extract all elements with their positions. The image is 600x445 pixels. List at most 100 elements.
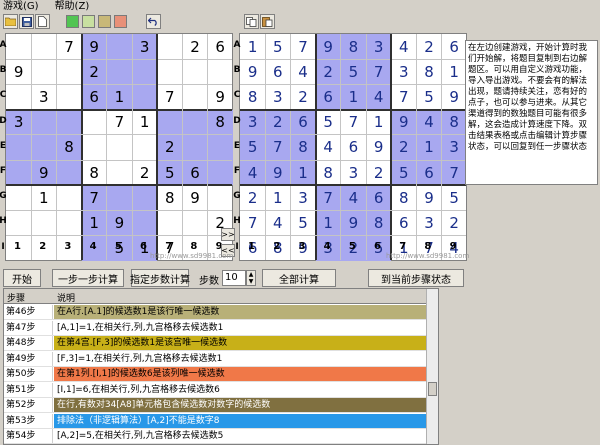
solution-cell-B3[interactable]: 4 bbox=[290, 59, 315, 84]
solution-cell-H9[interactable]: 2 bbox=[442, 210, 467, 235]
puzzle-cell-B5[interactable] bbox=[106, 59, 132, 85]
solution-cell-E8[interactable]: 1 bbox=[416, 134, 442, 160]
puzzle-cell-C6[interactable] bbox=[132, 84, 158, 110]
solution-cell-E7[interactable]: 2 bbox=[391, 134, 417, 160]
open-folder-icon[interactable] bbox=[3, 14, 18, 29]
puzzle-cell-A5[interactable] bbox=[106, 34, 132, 60]
step-by-step-button[interactable]: 一步一步计算 bbox=[52, 269, 124, 287]
col-desc-header[interactable]: 说明 bbox=[57, 291, 75, 304]
solution-cell-F1[interactable]: 4 bbox=[240, 160, 266, 186]
puzzle-cell-E4[interactable] bbox=[82, 135, 107, 160]
solution-cell-C3[interactable]: 2 bbox=[290, 84, 315, 109]
solution-cell-C5[interactable]: 1 bbox=[340, 84, 366, 110]
puzzle-cell-E9[interactable] bbox=[207, 134, 233, 160]
puzzle-cell-G6[interactable] bbox=[132, 185, 158, 211]
puzzle-cell-D4[interactable] bbox=[82, 110, 107, 135]
solution-cell-B8[interactable]: 8 bbox=[416, 59, 441, 84]
paste-icon[interactable] bbox=[260, 14, 275, 29]
spin-up-icon[interactable]: ▲ bbox=[249, 271, 254, 278]
puzzle-cell-A2[interactable] bbox=[31, 34, 56, 59]
puzzle-cell-G1[interactable] bbox=[6, 185, 31, 210]
puzzle-cell-B8[interactable] bbox=[182, 59, 207, 84]
solution-cell-A6[interactable]: 3 bbox=[366, 34, 392, 60]
solution-cell-E4[interactable]: 4 bbox=[316, 135, 341, 160]
table-row[interactable]: 第51步 [I,1]=6,在相关行,列,九宫格移去候选数6 bbox=[4, 382, 428, 398]
puzzle-cell-C4[interactable]: 6 bbox=[81, 84, 107, 110]
solution-cell-D6[interactable]: 1 bbox=[366, 110, 391, 135]
puzzle-cell-D8[interactable] bbox=[182, 109, 208, 135]
solution-cell-A2[interactable]: 5 bbox=[265, 34, 290, 59]
save-icon[interactable] bbox=[19, 14, 34, 29]
solution-cell-H4[interactable]: 1 bbox=[315, 210, 341, 236]
solution-cell-B9[interactable]: 1 bbox=[442, 59, 467, 84]
solution-cell-A7[interactable]: 4 bbox=[391, 34, 416, 59]
solution-cell-B2[interactable]: 6 bbox=[265, 59, 290, 84]
puzzle-cell-B1[interactable]: 9 bbox=[6, 59, 31, 84]
start-button[interactable]: 开始 bbox=[3, 269, 41, 287]
copy-to-right-button[interactable]: >> bbox=[221, 228, 235, 241]
puzzle-cell-G9[interactable] bbox=[208, 185, 233, 210]
puzzle-cell-B2[interactable] bbox=[31, 59, 56, 84]
puzzle-cell-G8[interactable]: 9 bbox=[182, 185, 207, 210]
solution-cell-A5[interactable]: 8 bbox=[340, 34, 366, 60]
puzzle-cell-F1[interactable] bbox=[6, 160, 32, 186]
solution-cell-C7[interactable]: 7 bbox=[391, 84, 416, 109]
puzzle-cell-A4[interactable]: 9 bbox=[81, 34, 107, 60]
puzzle-cell-D3[interactable] bbox=[56, 109, 82, 135]
puzzle-cell-D9[interactable]: 8 bbox=[207, 109, 233, 135]
puzzle-cell-F7[interactable]: 5 bbox=[157, 160, 183, 186]
puzzle-cell-G5[interactable] bbox=[106, 185, 132, 211]
solution-cell-B5[interactable]: 5 bbox=[340, 59, 366, 85]
puzzle-cell-B6[interactable] bbox=[132, 59, 158, 85]
puzzle-cell-G7[interactable]: 8 bbox=[157, 185, 182, 210]
puzzle-cell-B4[interactable]: 2 bbox=[81, 59, 107, 85]
solution-cell-C8[interactable]: 5 bbox=[416, 84, 441, 109]
puzzle-cell-C3[interactable] bbox=[56, 84, 81, 109]
solution-cell-H6[interactable]: 8 bbox=[366, 210, 392, 236]
solution-cell-G7[interactable]: 8 bbox=[391, 185, 416, 210]
solution-cell-F3[interactable]: 1 bbox=[290, 160, 316, 186]
color-swatch-tan[interactable] bbox=[98, 15, 111, 28]
puzzle-cell-F4[interactable]: 8 bbox=[82, 160, 107, 185]
puzzle-cell-E1[interactable] bbox=[6, 134, 32, 160]
solution-cell-C9[interactable]: 9 bbox=[442, 84, 467, 109]
table-row[interactable]: 第53步 排除法（非逻辑算法）[A,2]不能是数字8 bbox=[4, 413, 428, 429]
table-row[interactable]: 第46步 在A行.[A.1]的候选数1是该行唯一候选数 bbox=[4, 305, 428, 320]
puzzle-cell-A3[interactable]: 7 bbox=[56, 34, 81, 59]
solution-cell-E2[interactable]: 7 bbox=[265, 134, 291, 160]
puzzle-cell-H5[interactable]: 9 bbox=[106, 210, 132, 236]
solution-cell-F8[interactable]: 6 bbox=[416, 160, 442, 186]
puzzle-cell-E3[interactable]: 8 bbox=[56, 134, 82, 160]
puzzle-cell-B9[interactable] bbox=[208, 59, 233, 84]
puzzle-cell-B3[interactable] bbox=[56, 59, 81, 84]
steps-spinner[interactable]: ▲ ▼ bbox=[246, 270, 256, 286]
puzzle-cell-E8[interactable] bbox=[182, 134, 208, 160]
solution-cell-G1[interactable]: 2 bbox=[240, 185, 265, 210]
solution-cell-F4[interactable]: 8 bbox=[316, 160, 341, 185]
puzzle-cell-D6[interactable]: 1 bbox=[132, 110, 157, 135]
color-swatch-green[interactable] bbox=[66, 15, 79, 28]
step-log-scrollbar[interactable] bbox=[426, 289, 438, 444]
puzzle-cell-A7[interactable] bbox=[157, 34, 182, 59]
solution-cell-D5[interactable]: 7 bbox=[341, 110, 366, 135]
puzzle-board[interactable]: 793269236179371882982561789192517 bbox=[5, 33, 233, 261]
table-row[interactable]: 第50步 在第1列.[I,1]的候选数6是该列唯一候选数 bbox=[4, 367, 428, 382]
table-row[interactable]: 第52步 在行,有数对34[A8]单元格包含候选数对数字的候选数 bbox=[4, 398, 428, 413]
puzzle-cell-F9[interactable] bbox=[207, 160, 233, 186]
puzzle-cell-E5[interactable] bbox=[107, 135, 132, 160]
undo-icon[interactable] bbox=[146, 14, 161, 29]
solution-cell-H8[interactable]: 3 bbox=[416, 210, 441, 235]
puzzle-cell-F6[interactable]: 2 bbox=[132, 160, 157, 185]
solution-cell-G6[interactable]: 6 bbox=[366, 185, 392, 211]
puzzle-cell-A9[interactable]: 6 bbox=[208, 34, 233, 59]
solution-cell-H3[interactable]: 5 bbox=[290, 210, 315, 235]
solution-cell-F9[interactable]: 7 bbox=[441, 160, 467, 186]
solution-cell-F6[interactable]: 2 bbox=[366, 160, 391, 185]
puzzle-cell-C7[interactable]: 7 bbox=[157, 84, 182, 109]
puzzle-cell-C8[interactable] bbox=[182, 84, 207, 109]
solution-board[interactable]: 1579834269642573818326147593265719485784… bbox=[239, 33, 467, 261]
puzzle-cell-F3[interactable] bbox=[56, 160, 82, 186]
solution-cell-F7[interactable]: 5 bbox=[391, 160, 417, 186]
puzzle-cell-H2[interactable] bbox=[31, 210, 56, 235]
solution-cell-G4[interactable]: 7 bbox=[315, 185, 341, 211]
